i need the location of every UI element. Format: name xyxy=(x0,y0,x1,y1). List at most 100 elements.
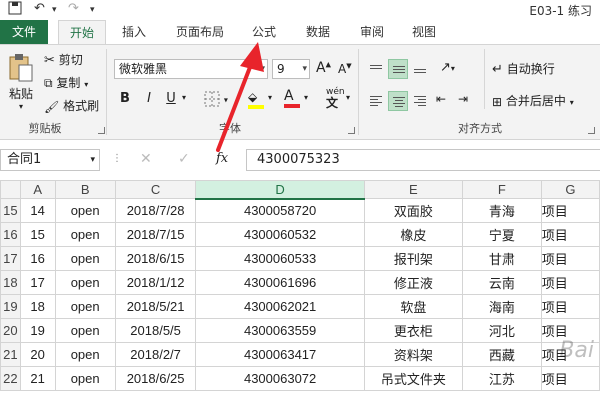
column-header[interactable]: C xyxy=(114,180,197,199)
font-launcher-icon[interactable] xyxy=(348,127,355,134)
tab-page-layout[interactable]: 页面布局 xyxy=(166,20,234,44)
fill-color-dropdown-icon[interactable]: ▾ xyxy=(268,93,272,102)
cell-e[interactable]: 吊式文件夹 xyxy=(363,366,463,391)
copy-button[interactable]: ⧉ 复制 ▾ xyxy=(44,74,88,91)
bold-button[interactable]: B xyxy=(116,91,134,106)
cell-a[interactable]: 16 xyxy=(19,246,56,271)
cell-b[interactable]: open xyxy=(54,318,116,343)
tab-insert[interactable]: 插入 xyxy=(110,20,158,44)
cell-e[interactable]: 修正液 xyxy=(363,270,463,295)
cell-g[interactable]: 项目 xyxy=(540,222,600,247)
borders-dropdown-icon[interactable]: ▾ xyxy=(224,96,228,105)
cell-c[interactable]: 2018/7/28 xyxy=(114,198,197,223)
cell-a[interactable]: 14 xyxy=(19,198,56,223)
tab-home[interactable]: 开始 xyxy=(58,20,106,44)
quick-access-customize-icon[interactable]: ▾ xyxy=(90,5,95,15)
cell-f[interactable]: 江苏 xyxy=(461,366,542,391)
format-painter-button[interactable]: 🖌 格式刷 xyxy=(44,97,99,114)
alignment-launcher-icon[interactable] xyxy=(588,127,595,134)
cell-d[interactable]: 4300060533 xyxy=(195,246,365,271)
cell-e[interactable]: 报刊架 xyxy=(363,246,463,271)
paste-dropdown-icon[interactable]: ▾ xyxy=(4,102,38,111)
name-box[interactable]: 合同1 ▾ xyxy=(0,149,100,171)
cell-d[interactable]: 4300060532 xyxy=(195,222,365,247)
font-size-combo[interactable]: 9 ▾ xyxy=(272,59,310,79)
align-top-button[interactable] xyxy=(366,59,386,79)
cell-f[interactable]: 海南 xyxy=(461,294,542,319)
cell-b[interactable]: open xyxy=(54,294,116,319)
column-header[interactable]: E xyxy=(363,180,463,199)
cell-b[interactable]: open xyxy=(54,342,116,367)
align-right-button[interactable] xyxy=(410,91,430,111)
cell-g[interactable]: 项目 xyxy=(540,246,600,271)
wrap-text-button[interactable]: ↵ 自动换行 xyxy=(492,60,555,77)
row-header[interactable]: 18 xyxy=(0,270,21,295)
name-box-dropdown-icon[interactable]: ▾ xyxy=(90,150,95,170)
column-header[interactable]: G xyxy=(540,180,600,199)
cell-f[interactable]: 青海 xyxy=(461,198,542,223)
cell-c[interactable]: 2018/7/15 xyxy=(114,222,197,247)
cell-a[interactable]: 19 xyxy=(19,318,56,343)
save-icon[interactable] xyxy=(8,1,22,19)
column-header[interactable]: A xyxy=(19,180,56,199)
select-all-corner[interactable] xyxy=(0,180,21,199)
tab-view[interactable]: 视图 xyxy=(400,20,448,44)
cell-e[interactable]: 橡皮 xyxy=(363,222,463,247)
cell-c[interactable]: 2018/2/7 xyxy=(114,342,197,367)
cell-a[interactable]: 20 xyxy=(19,342,56,367)
cut-button[interactable]: ✂ 剪切 xyxy=(44,51,83,68)
merge-center-dropdown-icon[interactable]: ▾ xyxy=(570,98,574,107)
row-header[interactable]: 19 xyxy=(0,294,21,319)
row-header[interactable]: 16 xyxy=(0,222,21,247)
cell-g[interactable]: 项目 xyxy=(540,198,600,223)
clipboard-launcher-icon[interactable] xyxy=(98,127,105,134)
orientation-button[interactable]: ↗▾ xyxy=(440,60,455,75)
font-size-dropdown-icon[interactable]: ▾ xyxy=(302,60,307,78)
cell-g[interactable]: 项目 xyxy=(540,366,600,391)
cell-c[interactable]: 2018/1/12 xyxy=(114,270,197,295)
cell-d[interactable]: 4300063072 xyxy=(195,366,365,391)
fill-color-button[interactable]: ⬙ xyxy=(248,89,264,109)
cell-b[interactable]: open xyxy=(54,270,116,295)
tab-review[interactable]: 审阅 xyxy=(348,20,396,44)
cell-a[interactable]: 15 xyxy=(19,222,56,247)
increase-indent-button[interactable]: ⇥ xyxy=(458,92,468,106)
font-color-dropdown-icon[interactable]: ▾ xyxy=(304,93,308,102)
phonetic-dropdown-icon[interactable]: ▾ xyxy=(346,93,350,102)
cell-e[interactable]: 更衣柜 xyxy=(363,318,463,343)
cell-f[interactable]: 云南 xyxy=(461,270,542,295)
phonetic-button[interactable]: wén 文 xyxy=(326,87,345,109)
cell-g[interactable]: 项目 xyxy=(540,294,600,319)
cell-f[interactable]: 河北 xyxy=(461,318,542,343)
italic-button[interactable]: I xyxy=(140,91,158,106)
tab-data[interactable]: 数据 xyxy=(294,20,342,44)
insert-function-button[interactable]: fx xyxy=(216,151,228,166)
align-left-button[interactable] xyxy=(366,91,386,111)
row-header[interactable]: 21 xyxy=(0,342,21,367)
paste-button[interactable]: 粘贴 ▾ xyxy=(4,53,38,111)
cell-b[interactable]: open xyxy=(54,222,116,247)
tab-formulas[interactable]: 公式 xyxy=(240,20,288,44)
column-header[interactable]: B xyxy=(54,180,116,199)
undo-icon[interactable]: ↶ xyxy=(34,1,45,16)
redo-icon[interactable]: ↷ xyxy=(68,1,79,16)
cell-c[interactable]: 2018/6/25 xyxy=(114,366,197,391)
decrease-font-button[interactable]: A▼ xyxy=(338,62,352,76)
cell-e[interactable]: 软盘 xyxy=(363,294,463,319)
cancel-icon[interactable]: ✕ xyxy=(140,151,152,167)
cell-c[interactable]: 2018/5/21 xyxy=(114,294,197,319)
row-header[interactable]: 17 xyxy=(0,246,21,271)
orientation-dropdown-icon[interactable]: ▾ xyxy=(451,64,455,73)
cell-f[interactable]: 西藏 xyxy=(461,342,542,367)
cell-a[interactable]: 21 xyxy=(19,366,56,391)
column-header[interactable]: F xyxy=(461,180,542,199)
cell-f[interactable]: 宁夏 xyxy=(461,222,542,247)
align-center-button[interactable] xyxy=(388,91,408,111)
font-color-button[interactable]: A xyxy=(284,88,300,108)
cell-a[interactable]: 17 xyxy=(19,270,56,295)
merge-center-button[interactable]: ⊞ 合并后居中 ▾ xyxy=(492,92,574,109)
cell-d[interactable]: 4300062021 xyxy=(195,294,365,319)
undo-dropdown-icon[interactable]: ▾ xyxy=(52,5,57,15)
font-name-combo[interactable]: 微软雅黑 ▾ xyxy=(114,59,268,79)
underline-dropdown-icon[interactable]: ▾ xyxy=(182,93,186,102)
